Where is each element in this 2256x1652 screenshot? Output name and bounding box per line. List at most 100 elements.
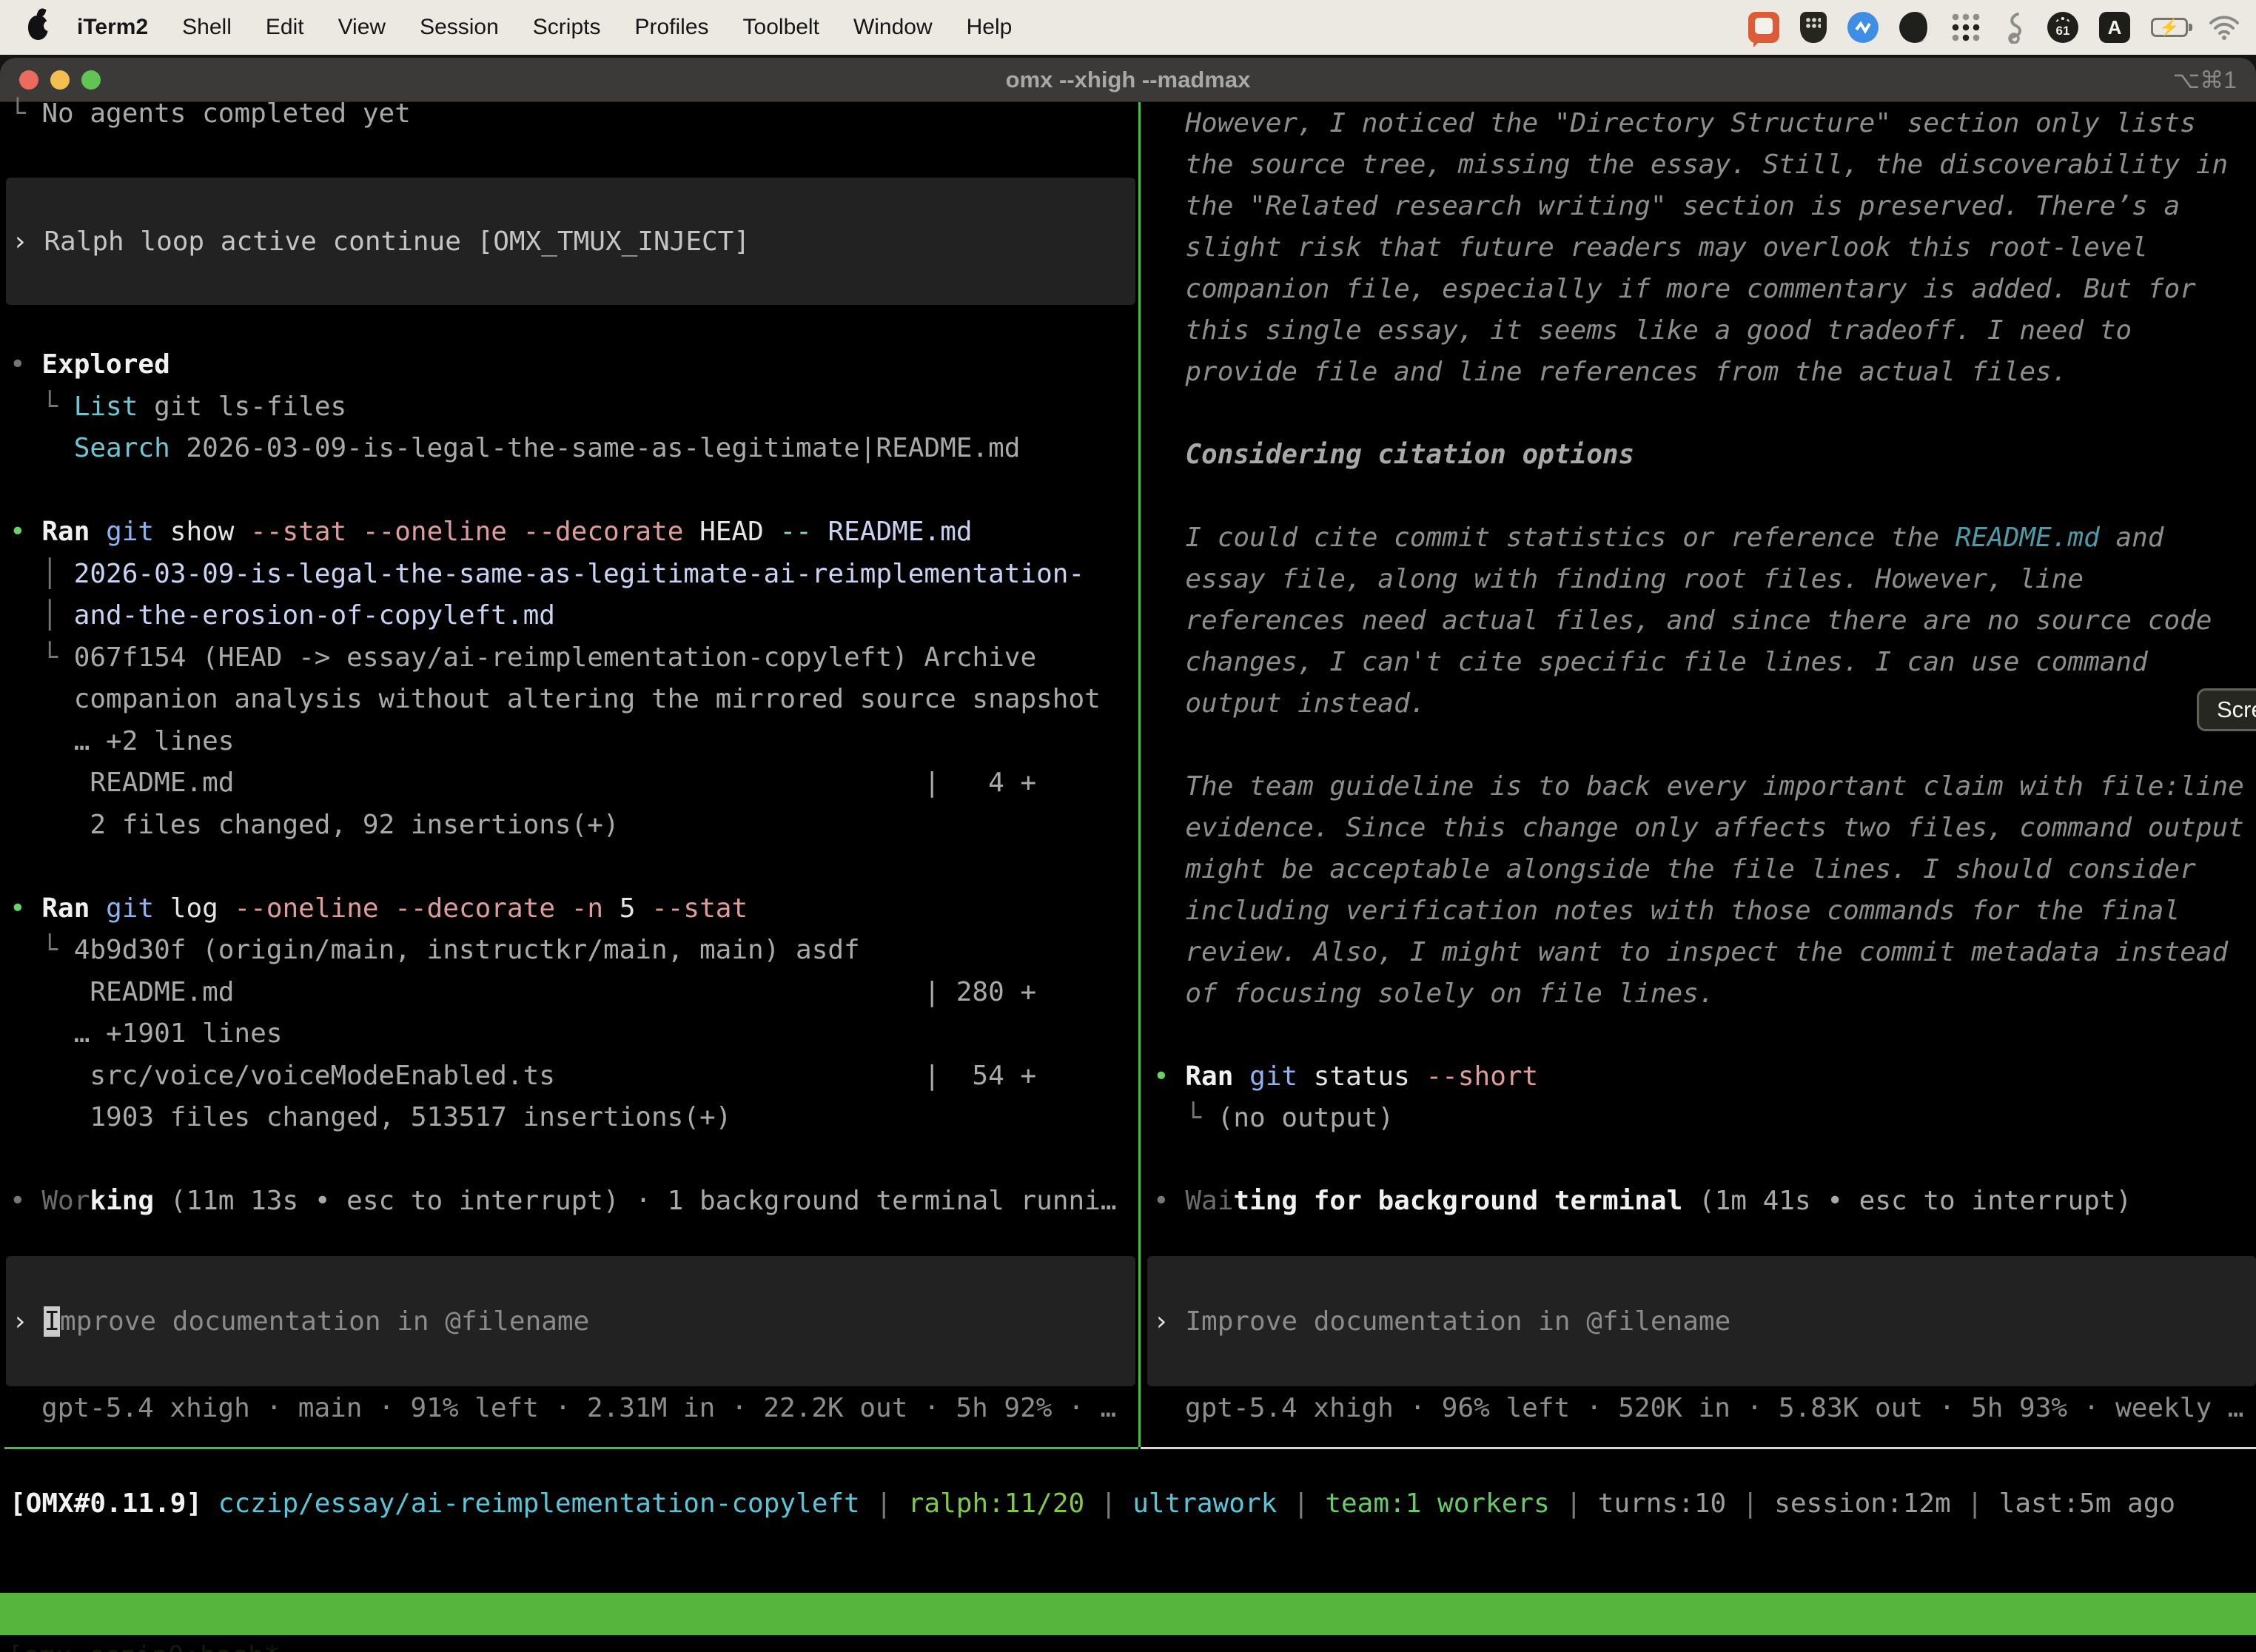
shield-icon[interactable]	[1800, 12, 1827, 43]
window-shortcut-badge: ⌥⌘1	[2172, 58, 2237, 102]
terminal-line	[1153, 476, 2256, 517]
text-segment: (no output)	[1218, 1103, 1394, 1133]
text-segment	[10, 433, 74, 463]
apple-logo-icon[interactable]	[28, 16, 48, 40]
menu-item-help[interactable]: Help	[950, 15, 1030, 39]
text-segment: output instead.	[1153, 688, 1426, 719]
text-segment: (1m 41s • esc to interrupt)	[1682, 1186, 2132, 1216]
omx-status-segment: [OMX#0.11.9]	[10, 1488, 218, 1519]
right-model-statusline: gpt-5.4 xhigh · 96% left · 520K in · 5.8…	[1185, 1388, 2243, 1429]
zigzag-glyph	[1853, 18, 1873, 37]
text-segment: including verification notes with those …	[1153, 896, 2180, 926]
text-segment: king	[90, 1186, 154, 1216]
text-segment: --oneline	[234, 893, 378, 924]
menu-bar: iTerm2ShellEditViewSessionScriptsProfile…	[0, 0, 2256, 55]
terminal-line: this single essay, it seems like a good …	[1153, 310, 2256, 352]
terminal-line	[1153, 393, 2256, 434]
text-segment: Wai	[1185, 1186, 1233, 1216]
keyboard-switcher-icon[interactable]: A	[2099, 12, 2130, 43]
omx-status-line: [OMX#0.11.9] cczip/essay/ai-reimplementa…	[10, 1483, 2175, 1525]
battery-icon[interactable]: ⚡	[2151, 18, 2188, 37]
chat-app-icon[interactable]	[1748, 12, 1779, 43]
text-segment: Ran	[41, 893, 90, 924]
text-segment: review. Also, I might want to inspect th…	[1153, 937, 2228, 967]
text-segment: git ls-files	[138, 392, 346, 422]
dots-grid-icon[interactable]	[1951, 13, 1981, 42]
omx-status-segment: ultrawork	[1132, 1488, 1277, 1519]
command-echo-text: Ralph loop active continue [OMX_TMUX_INJ…	[44, 226, 750, 257]
charging-bolt-icon: ⚡	[2159, 19, 2179, 36]
prompt-chevron: ›	[12, 1306, 44, 1337]
text-segment: essay file, along with finding root file…	[1153, 564, 2084, 594]
text-segment: 2026-03-09-is-legal-the-same-as-legitima…	[74, 559, 1084, 589]
text-segment: README.md | 4 +	[10, 768, 1036, 798]
crescent-icon[interactable]	[1899, 12, 1930, 43]
terminal-line: • Waiting for background terminal (1m 41…	[1153, 1181, 2256, 1222]
text-segment: └	[1153, 1103, 1218, 1133]
omx-status-segment: cczip/essay/ai-reimplementation-copyleft	[218, 1488, 860, 1519]
input-placeholder: mprove documentation in @filename	[60, 1306, 589, 1337]
right-prompt-input[interactable]: › Improve documentation in @filename	[1147, 1256, 2256, 1386]
text-segment: status	[1297, 1061, 1426, 1092]
terminal-line: • Working (11m 13s • esc to interrupt) ·…	[10, 1181, 1138, 1223]
text-segment	[90, 517, 106, 547]
menu-items: iTerm2ShellEditViewSessionScriptsProfile…	[60, 15, 1029, 40]
text-segment: ting for background terminal	[1233, 1186, 1682, 1216]
terminal-line	[10, 470, 1138, 512]
terminal-line	[10, 135, 1138, 178]
text-segment: HEAD	[683, 517, 779, 547]
text-segment: 067f154 (HEAD -> essay/ai-reimplementati…	[74, 642, 1036, 673]
terminal-line: └ No agents completed yet	[10, 93, 1138, 135]
text-segment: -n	[571, 893, 603, 924]
text-segment: … +1901 lines	[10, 1018, 282, 1049]
pane-divider[interactable]	[1138, 102, 1141, 1447]
text-segment: and-the-erosion-of-copyleft.md	[74, 600, 555, 631]
text-segment: •	[1153, 1186, 1185, 1216]
left-command-echo-box[interactable]: › Ralph loop active continue [OMX_TMUX_I…	[6, 178, 1135, 305]
menu-item-shell[interactable]: Shell	[165, 15, 249, 39]
menu-item-profiles[interactable]: Profiles	[617, 15, 725, 39]
omx-status-segment: ralph:11/20	[908, 1488, 1084, 1519]
terminal-line: might be acceptable alongside the file l…	[1153, 849, 2256, 890]
screen-share-overlay[interactable]: Scre	[2197, 688, 2256, 731]
omx-status-segment: |	[860, 1488, 908, 1519]
terminal-line: └ 067f154 (HEAD -> essay/ai-reimplementa…	[10, 637, 1138, 679]
terminal-line: … +1901 lines	[10, 1013, 1138, 1055]
text-segment: slight risk that future readers may over…	[1153, 232, 2148, 263]
text-segment: show	[154, 517, 250, 547]
menu-item-iterm2[interactable]: iTerm2	[60, 15, 165, 39]
squiggle-icon[interactable]	[2001, 11, 2027, 44]
text-cursor: I	[44, 1306, 60, 1337]
terminal-line: README.md | 280 +	[10, 972, 1138, 1014]
menu-item-edit[interactable]: Edit	[249, 15, 321, 39]
blue-bolt-icon[interactable]	[1847, 12, 1879, 43]
menu-item-session[interactable]: Session	[403, 15, 516, 39]
omx-status-segment: session:12m	[1774, 1488, 1950, 1519]
terminal-line: src/voice/voiceModeEnabled.ts | 54 +	[10, 1055, 1138, 1098]
terminal-line	[10, 1139, 1138, 1181]
text-segment: Considering citation options	[1153, 440, 1634, 470]
wifi-icon[interactable]	[2209, 15, 2240, 40]
text-segment: README.md	[812, 517, 973, 547]
menu-item-view[interactable]: View	[321, 15, 403, 39]
text-segment: evidence. Since this change only affects…	[1153, 813, 2244, 843]
text-segment: git	[1249, 1061, 1297, 1092]
gauge-icon[interactable]: 61	[2047, 12, 2078, 43]
text-segment: └	[10, 392, 74, 422]
terminal-line: └ (no output)	[1153, 1098, 2256, 1139]
menu-item-window[interactable]: Window	[836, 15, 950, 39]
right-pane[interactable]: However, I noticed the "Directory Struct…	[1144, 103, 2256, 1222]
text-segment: git	[106, 893, 154, 924]
terminal-line: Considering citation options	[1153, 434, 2256, 476]
terminal-line: review. Also, I might want to inspect th…	[1153, 932, 2256, 973]
text-segment: --	[779, 517, 811, 547]
omx-status-segment: team:1 workers	[1325, 1488, 1549, 1519]
menu-item-toolbelt[interactable]: Toolbelt	[726, 15, 836, 39]
menu-bar-status-icons: 61 A ⚡	[1748, 11, 2256, 44]
left-prompt-input[interactable]: › Improve documentation in @filename	[6, 1256, 1135, 1386]
text-segment: --oneline	[363, 517, 507, 547]
terminal-line: 2 files changed, 92 insertions(+)	[10, 805, 1138, 847]
text-segment: companion analysis without altering the …	[10, 684, 1101, 714]
menu-item-scripts[interactable]: Scripts	[516, 15, 618, 39]
terminal-line: • Ran git status --short	[1153, 1056, 2256, 1098]
